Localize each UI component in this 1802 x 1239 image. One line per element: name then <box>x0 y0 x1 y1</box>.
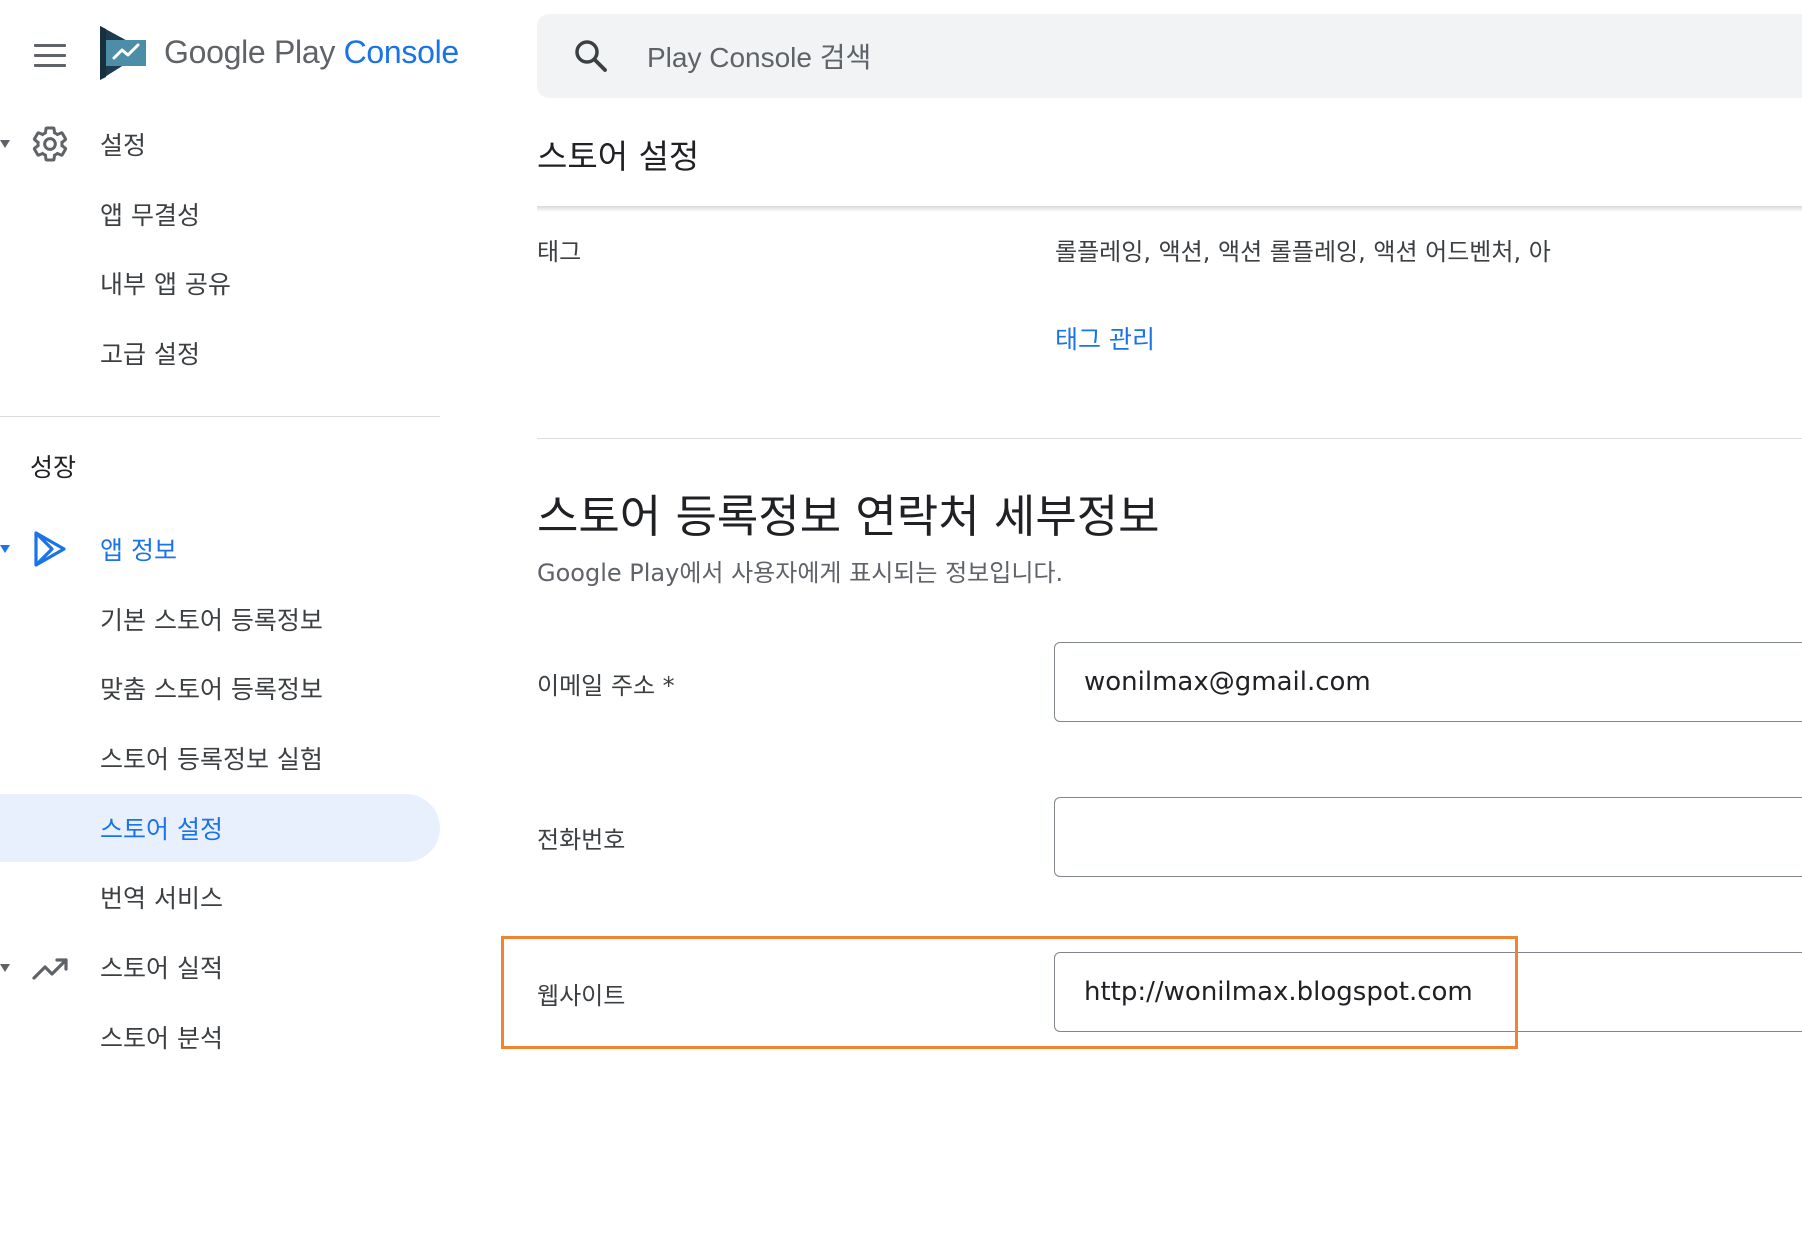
search-icon[interactable] <box>573 38 609 74</box>
email-label: 이메일 주소 * <box>537 672 675 700</box>
app-info-expand-caret-icon[interactable] <box>0 545 10 553</box>
settings-expand-caret-icon[interactable] <box>0 140 10 148</box>
phone-field-container[interactable] <box>1054 797 1802 877</box>
sidebar-section-growth: 성장 <box>30 453 77 482</box>
phone-label: 전화번호 <box>537 826 626 854</box>
search-input[interactable] <box>645 38 1645 78</box>
app-logo-text: Google Play Console <box>164 34 459 71</box>
phone-field[interactable] <box>1082 816 1782 858</box>
website-label: 웹사이트 <box>537 982 626 1010</box>
hamburger-menu-icon[interactable] <box>34 44 68 70</box>
sidebar-item-store-analysis[interactable]: 스토어 분석 <box>100 1019 223 1055</box>
logo-google-play: Google Play <box>164 34 336 70</box>
sidebar-item-store-settings[interactable]: 스토어 설정 <box>100 810 223 846</box>
tags-label: 태그 <box>537 238 582 266</box>
trending-up-icon <box>32 958 68 980</box>
page-title: 스토어 설정 <box>537 137 700 176</box>
play-triangle-icon <box>34 531 66 567</box>
sidebar-item-internal-app-sharing[interactable]: 내부 앱 공유 <box>100 265 231 301</box>
website-field-container[interactable] <box>1054 952 1802 1032</box>
store-performance-expand-caret-icon[interactable] <box>0 964 10 972</box>
sidebar-item-app-info[interactable]: 앱 정보 <box>100 531 177 567</box>
sidebar-item-settings[interactable]: 설정 <box>100 126 146 162</box>
website-field[interactable] <box>1082 971 1782 1013</box>
sidebar-item-app-integrity[interactable]: 앱 무결성 <box>100 196 200 232</box>
tags-value: 롤플레잉, 액션, 액션 롤플레잉, 액션 어드벤처, 아 <box>1055 238 1551 266</box>
play-console-page: Google Play Console 설정 앱 무결성 내부 앱 공유 고급 … <box>0 0 1802 1239</box>
header-shadow <box>537 206 1802 212</box>
manage-tags-link[interactable]: 태그 관리 <box>1055 320 1155 356</box>
section-divider <box>537 438 1802 439</box>
sidebar-item-main-store-listing[interactable]: 기본 스토어 등록정보 <box>100 601 323 637</box>
search-bar[interactable] <box>537 14 1802 98</box>
sidebar-item-translation-service[interactable]: 번역 서비스 <box>100 879 223 915</box>
contact-details-description: Google Play에서 사용자에게 표시되는 정보입니다. <box>537 559 1064 587</box>
sidebar-item-store-listing-experiments[interactable]: 스토어 등록정보 실험 <box>100 740 323 776</box>
contact-details-title: 스토어 등록정보 연락처 세부정보 <box>537 490 1160 543</box>
sidebar-item-advanced-settings[interactable]: 고급 설정 <box>100 335 200 371</box>
sidebar-divider <box>0 416 440 417</box>
sidebar-item-custom-store-listing[interactable]: 맞춤 스토어 등록정보 <box>100 670 323 706</box>
sidebar-item-store-performance[interactable]: 스토어 실적 <box>100 949 223 985</box>
gear-icon <box>32 126 68 162</box>
logo-console: Console <box>343 34 460 70</box>
email-field-container[interactable] <box>1054 642 1802 722</box>
play-console-logo-icon <box>100 26 146 80</box>
email-field[interactable] <box>1082 661 1782 703</box>
